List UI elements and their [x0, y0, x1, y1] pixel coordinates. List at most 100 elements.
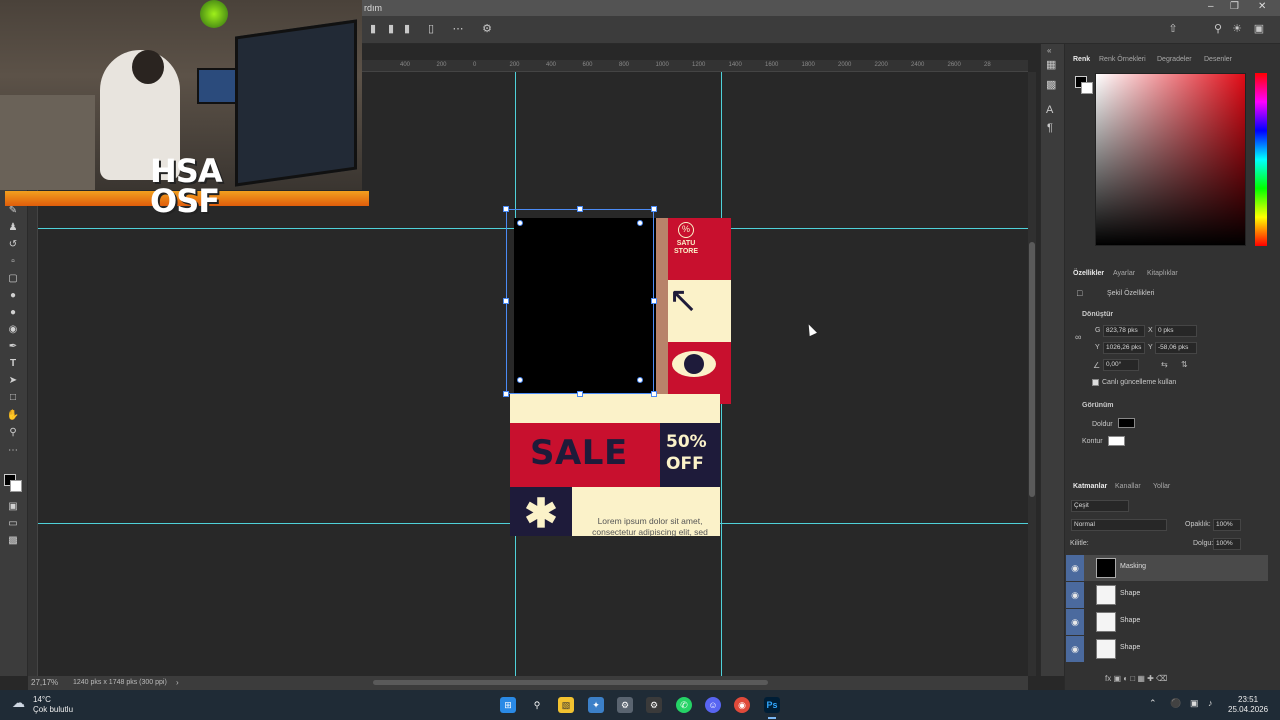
microphone-icon[interactable]: ⚫	[1170, 698, 1181, 709]
tab-swatches[interactable]: Renk Örnekleri	[1099, 56, 1146, 63]
weather-temp[interactable]: 14°C	[33, 695, 51, 704]
photoshop-icon[interactable]: Ps	[764, 697, 780, 713]
background-swatch[interactable]	[1081, 82, 1093, 94]
zoom-level[interactable]: 27,17%	[31, 678, 58, 687]
transform-handle[interactable]	[577, 206, 583, 212]
minimize-icon[interactable]: –	[1208, 1, 1214, 12]
stroke-swatch[interactable]	[1108, 436, 1125, 446]
layer-name[interactable]: Shape	[1120, 617, 1140, 624]
zoom-tool-icon[interactable]: ⚲	[5, 426, 21, 440]
quick-mask-icon[interactable]: ▣	[5, 500, 21, 514]
more-tools-icon[interactable]: ⋯	[5, 444, 21, 458]
tab-paths[interactable]: Yollar	[1153, 483, 1170, 490]
clock-date[interactable]: 25.04.2026	[1228, 705, 1268, 714]
fill-percent-field[interactable]: 100%	[1213, 538, 1241, 550]
layer-name[interactable]: Masking	[1120, 563, 1146, 570]
brush-tool-icon[interactable]: ✎	[5, 204, 21, 218]
pen-tool-icon[interactable]: ✒	[5, 340, 21, 354]
visibility-eye-icon[interactable]: ◉	[1066, 609, 1084, 635]
stamp-tool-icon[interactable]: ♟	[5, 221, 21, 235]
restore-icon[interactable]: ❐	[1230, 1, 1239, 12]
corner-radius-handle[interactable]	[637, 377, 643, 383]
tab-layers[interactable]: Katmanlar	[1073, 483, 1107, 490]
path-select-icon[interactable]: ➤	[5, 374, 21, 388]
link-icon[interactable]: ∞	[1075, 332, 1081, 342]
gradient-tool-icon[interactable]: ▢	[5, 272, 21, 286]
collapse-icon[interactable]: «	[1047, 46, 1051, 55]
discord-icon[interactable]: ☺	[705, 697, 721, 713]
workspace-icon[interactable]: ▣	[1252, 22, 1266, 36]
eraser-tool-icon[interactable]: ▫	[5, 255, 21, 269]
height-field[interactable]: 1026,26 pks	[1103, 342, 1145, 354]
windows-start-icon[interactable]: ⊞	[500, 697, 516, 713]
layer-row[interactable]: ◉ Shape	[1066, 609, 1268, 635]
hand-tool-icon[interactable]: ✋	[5, 409, 21, 423]
color-picker-field[interactable]	[1095, 73, 1246, 246]
width-field[interactable]: 823,78 pks	[1103, 325, 1145, 337]
transform-handle[interactable]	[503, 391, 509, 397]
rectangle-tool-icon[interactable]: □	[5, 391, 21, 405]
transform-handle[interactable]	[651, 391, 657, 397]
screen-mode-icon[interactable]: ▭	[5, 517, 21, 531]
x-field[interactable]: 0 pks	[1155, 325, 1197, 337]
layer-row[interactable]: ◉ Masking	[1066, 555, 1268, 581]
file-explorer-icon[interactable]: ▧	[558, 697, 574, 713]
artboard-tool-icon[interactable]: ▩	[5, 534, 21, 548]
character-icon[interactable]: A	[1046, 104, 1053, 116]
layer-actions-icons[interactable]: fx ▣ ◐ □ ▦ ✚ ⌫	[1105, 674, 1167, 683]
tab-libraries[interactable]: Kitaplıklar	[1147, 270, 1178, 277]
transform-title[interactable]: Dönüştür	[1082, 311, 1113, 318]
history-brush-icon[interactable]: ↺	[5, 238, 21, 252]
paragraph-icon[interactable]: ¶	[1047, 122, 1053, 134]
network-icon[interactable]: ▣	[1190, 698, 1199, 709]
hue-slider[interactable]	[1255, 73, 1267, 246]
visibility-eye-icon[interactable]: ◉	[1066, 582, 1084, 608]
transform-handle[interactable]	[651, 298, 657, 304]
horizontal-scrollbar[interactable]	[373, 680, 768, 685]
transform-handle[interactable]	[577, 391, 583, 397]
weather-icon[interactable]: ☁	[12, 695, 25, 711]
comment-icon[interactable]: ▩	[1046, 78, 1056, 91]
transform-handle[interactable]	[503, 206, 509, 212]
blend-mode-select[interactable]: Normal	[1071, 519, 1167, 531]
background-color-swatch[interactable]	[10, 480, 22, 492]
selection-bounding-box[interactable]	[506, 209, 654, 394]
share-icon[interactable]: ⇧	[1166, 22, 1180, 36]
tab-gradients[interactable]: Degradeler	[1157, 56, 1192, 63]
flip-horizontal-icon[interactable]: ⇆	[1161, 360, 1168, 369]
gear-icon[interactable]: ⚙	[480, 22, 494, 36]
chevron-right-icon[interactable]: ›	[176, 678, 179, 687]
align-right-icon[interactable]: ▮	[400, 22, 414, 36]
appearance-title[interactable]: Görünüm	[1082, 402, 1114, 409]
align-center-icon[interactable]: ▮	[384, 22, 398, 36]
dodge-tool-icon[interactable]: ●	[5, 306, 21, 320]
vertical-scrollbar[interactable]	[1028, 72, 1036, 676]
close-icon[interactable]: ✕	[1258, 1, 1266, 12]
transform-handle[interactable]	[651, 206, 657, 212]
chevron-up-icon[interactable]: ⌃	[1149, 698, 1157, 709]
app-icon[interactable]: ⚙	[646, 697, 662, 713]
fill-swatch[interactable]	[1118, 418, 1135, 428]
tab-properties[interactable]: Özellikler	[1073, 270, 1104, 277]
smudge-tool-icon[interactable]: ◉	[5, 323, 21, 337]
corner-radius-handle[interactable]	[637, 220, 643, 226]
app-icon[interactable]: ✦	[588, 697, 604, 713]
chrome-icon[interactable]: ◉	[734, 697, 750, 713]
distribute-icon[interactable]: ▯	[424, 22, 438, 36]
menu-help[interactable]: rdım	[364, 3, 382, 13]
type-tool-icon[interactable]: T	[5, 357, 21, 371]
weather-text[interactable]: Çok bulutlu	[33, 705, 73, 714]
layer-filter-select[interactable]: Çeşit	[1071, 500, 1129, 512]
flip-vertical-icon[interactable]: ⇅	[1181, 360, 1188, 369]
more-options-icon[interactable]: ⋯	[451, 22, 465, 36]
history-icon[interactable]: ▦	[1046, 58, 1056, 71]
visibility-eye-icon[interactable]: ◉	[1066, 555, 1084, 581]
y-field[interactable]: -58,06 pks	[1155, 342, 1197, 354]
transform-handle[interactable]	[503, 298, 509, 304]
search-icon[interactable]: ⚲	[1211, 22, 1225, 36]
tab-channels[interactable]: Kanallar	[1115, 483, 1141, 490]
corner-radius-handle[interactable]	[517, 377, 523, 383]
layer-row[interactable]: ◉ Shape	[1066, 636, 1268, 662]
tab-adjustments[interactable]: Ayarlar	[1113, 270, 1135, 277]
layer-name[interactable]: Shape	[1120, 644, 1140, 651]
